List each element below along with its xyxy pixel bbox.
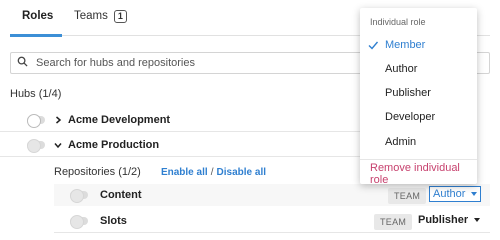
tab-teams-label: Teams [74, 10, 108, 22]
hub-toggle[interactable] [27, 139, 45, 153]
hub-name: Acme Production [68, 139, 160, 151]
role-option-label: Publisher [385, 87, 431, 99]
role-option-label: Author [385, 63, 418, 75]
hub-toggle[interactable] [27, 114, 45, 128]
role-option-publisher[interactable]: Publisher [360, 82, 477, 104]
search-icon [17, 56, 28, 70]
role-option-label: Admin [385, 136, 417, 148]
role-option-member[interactable]: Member [360, 34, 477, 56]
role-option-author[interactable]: Author [360, 58, 477, 80]
teams-count-badge: 1 [113, 10, 127, 23]
hub-name: Acme Development [68, 114, 171, 126]
row-divider [0, 131, 360, 132]
role-dropdown-value: Publisher [418, 214, 469, 226]
menu-divider [360, 159, 477, 160]
repositories-header: Repositories (1/2) Enable all / Disable … [54, 166, 266, 178]
disable-all-link[interactable]: Disable all [217, 167, 266, 178]
repository-row-slots: Slots TEAM Publisher [54, 210, 490, 232]
chevron-right-icon[interactable] [54, 116, 62, 124]
caret-down-icon [474, 218, 481, 223]
repositories-heading: Repositories (1/2) [54, 166, 141, 178]
role-menu: Individual role Member Author Publisher … [360, 8, 477, 186]
caret-down-icon [471, 192, 478, 197]
repository-name: Content [100, 189, 142, 201]
hubs-heading: Hubs (1/4) [10, 88, 62, 100]
enable-all-link[interactable]: Enable all [161, 167, 208, 178]
repository-row-content: Content TEAM Author [54, 184, 490, 206]
role-option-label: Member [385, 39, 426, 51]
team-tag: TEAM [388, 188, 427, 204]
role-option-admin[interactable]: Admin [360, 131, 477, 153]
link-separator: / [210, 167, 214, 178]
row-divider [54, 232, 490, 233]
tab-teams[interactable]: Teams 1 [74, 10, 127, 23]
role-option-label: Developer [385, 111, 436, 123]
tab-roles[interactable]: Roles [22, 10, 53, 22]
repository-toggle[interactable] [70, 215, 88, 229]
remove-individual-role-button[interactable]: Remove individual role [370, 162, 477, 186]
repository-toggle[interactable] [70, 189, 88, 203]
chevron-down-icon[interactable] [54, 141, 62, 149]
repository-name: Slots [100, 215, 127, 227]
active-tab-indicator [10, 34, 62, 37]
row-divider [0, 156, 360, 157]
role-menu-header: Individual role [370, 17, 426, 27]
role-dropdown-value: Author [433, 188, 466, 200]
role-dropdown[interactable]: Author [429, 186, 482, 202]
check-icon [368, 41, 378, 50]
role-dropdown[interactable]: Publisher [418, 214, 481, 226]
team-tag: TEAM [374, 214, 413, 230]
tab-roles-label: Roles [22, 10, 54, 22]
role-option-developer[interactable]: Developer [360, 106, 477, 128]
